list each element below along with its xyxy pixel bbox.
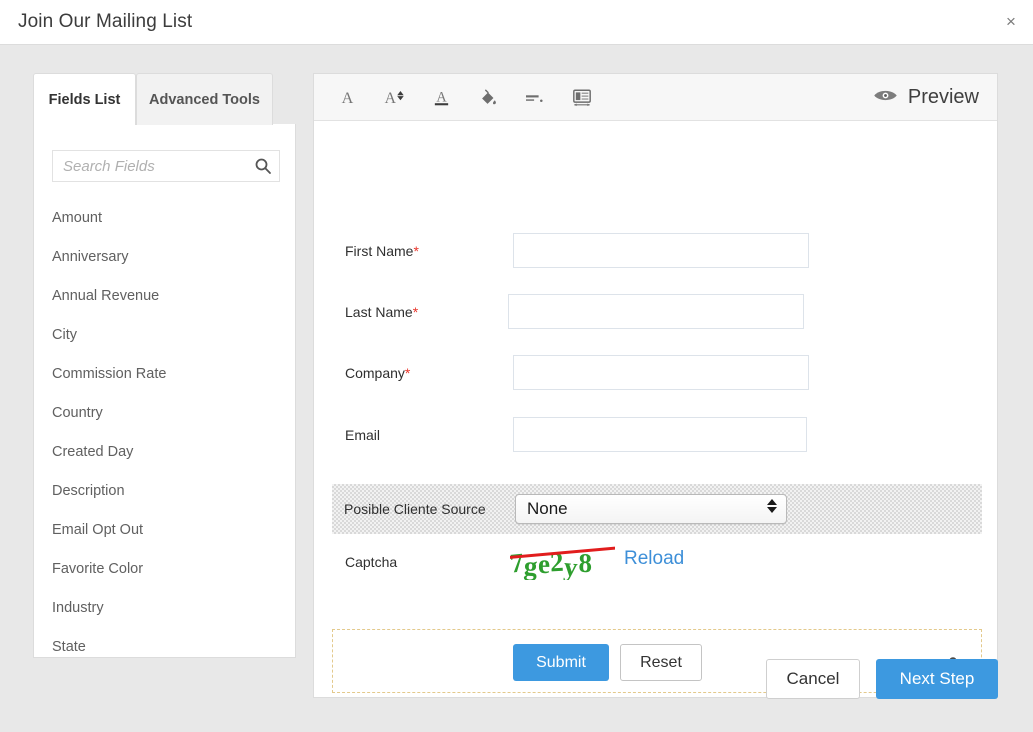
svg-text:A: A xyxy=(385,90,397,107)
first-name-label: First Name* xyxy=(345,243,495,259)
list-item[interactable]: Annual Revenue xyxy=(34,277,296,316)
form-field-row-first-name[interactable]: First Name* xyxy=(314,233,997,268)
tab-fields-list[interactable]: Fields List xyxy=(33,73,136,125)
required-marker: * xyxy=(405,365,410,381)
font-family-icon[interactable]: A xyxy=(334,83,360,113)
captcha-char: y xyxy=(563,549,580,580)
form-field-row-company[interactable]: Company* xyxy=(314,355,997,390)
fields-sidebar: Fields List Advanced Tools Amount Annive… xyxy=(33,73,296,658)
tab-advanced-tools-label: Advanced Tools xyxy=(149,92,260,108)
last-name-label: Last Name* xyxy=(345,304,495,320)
list-item[interactable]: Description xyxy=(34,472,296,511)
search-fields-wrap xyxy=(52,150,280,182)
tab-fields-list-label: Fields List xyxy=(49,92,121,108)
sidebar-body: Amount Anniversary Annual Revenue City C… xyxy=(33,124,296,658)
form-field-row-posible-cliente-source[interactable]: Posible Cliente Source None xyxy=(332,484,982,534)
captcha-label: Captcha xyxy=(345,554,397,570)
page-title: Join Our Mailing List xyxy=(18,11,192,33)
font-color-icon[interactable]: A xyxy=(428,83,454,113)
list-item[interactable]: Anniversary xyxy=(34,238,296,277)
captcha-image: 7ge2y8 xyxy=(510,546,615,580)
chevron-stepper-icon[interactable] xyxy=(767,499,777,513)
field-list[interactable]: Amount Anniversary Annual Revenue City C… xyxy=(34,199,296,658)
search-icon[interactable] xyxy=(254,157,272,175)
preview-label: Preview xyxy=(908,86,979,109)
list-item[interactable]: Amount xyxy=(34,199,296,238)
required-marker: * xyxy=(413,304,418,320)
font-size-icon[interactable]: A xyxy=(381,83,407,113)
field-width-icon[interactable] xyxy=(569,83,595,113)
search-input[interactable] xyxy=(52,150,280,182)
list-item[interactable]: Commission Rate xyxy=(34,355,296,394)
form-builder-panel: A A A xyxy=(313,73,998,698)
close-icon[interactable]: × xyxy=(989,0,1033,44)
first-name-input[interactable] xyxy=(513,233,809,268)
dialog-footer: Cancel Next Step xyxy=(0,657,1033,732)
form-field-row-captcha[interactable]: Captcha 7ge2y8 Reload xyxy=(314,546,997,591)
required-marker: * xyxy=(413,243,418,259)
cancel-button[interactable]: Cancel xyxy=(766,659,860,699)
email-label: Email xyxy=(345,427,495,443)
email-input[interactable] xyxy=(513,417,807,452)
posible-cliente-source-label: Posible Cliente Source xyxy=(344,501,486,517)
form-field-row-last-name[interactable]: Last Name* xyxy=(314,294,997,329)
fill-color-icon[interactable] xyxy=(475,83,501,113)
border-style-icon[interactable] xyxy=(522,83,548,113)
sidebar-tabs: Fields List Advanced Tools xyxy=(33,73,296,125)
captcha-reload-link[interactable]: Reload xyxy=(624,548,684,570)
list-item[interactable]: State xyxy=(34,628,296,658)
posible-cliente-source-select[interactable]: None xyxy=(515,494,787,524)
form-preview-area: First Name* Last Name* Company* Em xyxy=(314,121,997,697)
list-item[interactable]: City xyxy=(34,316,296,355)
toolbar-icon-group: A A A xyxy=(334,74,595,121)
preview-button[interactable]: Preview xyxy=(873,74,979,121)
list-item[interactable]: Created Day xyxy=(34,433,296,472)
workspace: Fields List Advanced Tools Amount Annive… xyxy=(0,45,1033,732)
svg-text:A: A xyxy=(436,89,447,105)
list-item[interactable]: Email Opt Out xyxy=(34,511,296,550)
list-item[interactable]: Country xyxy=(34,394,296,433)
company-label: Company* xyxy=(345,365,495,381)
list-item[interactable]: Industry xyxy=(34,589,296,628)
eye-icon xyxy=(873,88,898,108)
svg-text:A: A xyxy=(341,90,353,107)
window-title-bar: Join Our Mailing List × xyxy=(0,0,1033,45)
company-input[interactable] xyxy=(513,355,809,390)
next-step-button[interactable]: Next Step xyxy=(876,659,998,699)
form-field-row-email[interactable]: Email xyxy=(314,417,997,452)
posible-cliente-source-value: None xyxy=(527,499,568,519)
list-item[interactable]: Favorite Color xyxy=(34,550,296,589)
tab-advanced-tools[interactable]: Advanced Tools xyxy=(136,73,273,125)
last-name-input[interactable] xyxy=(508,294,804,329)
form-toolbar: A A A xyxy=(314,74,997,121)
